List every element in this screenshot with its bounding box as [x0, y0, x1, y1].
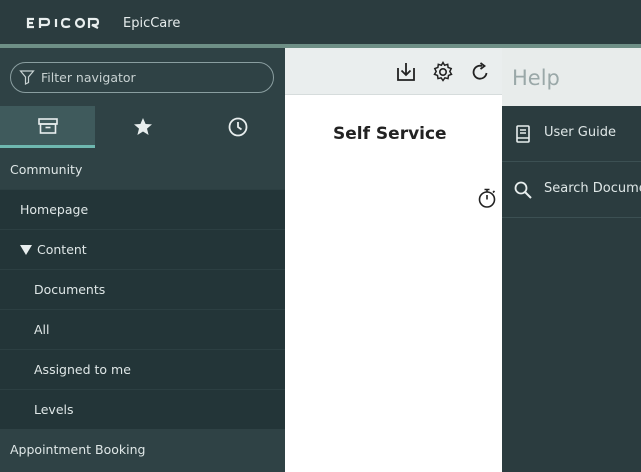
nav-item-appointment-booking[interactable]: Appointment Booking	[0, 429, 285, 469]
tab-recent[interactable]	[190, 106, 285, 148]
top-bar: EpicCare	[0, 0, 641, 46]
navigator-panel: Community Homepage Content Documents All…	[0, 48, 285, 472]
nav-item-community[interactable]: Community	[0, 149, 285, 189]
nav-item-all[interactable]: All	[0, 309, 285, 349]
nav-item-documents[interactable]: Documents	[0, 269, 285, 309]
nav-item-label: Content	[37, 242, 87, 257]
epicor-logo	[26, 17, 100, 29]
help-header: Help	[502, 48, 641, 106]
content-toolbar	[285, 48, 502, 95]
stopwatch-icon[interactable]	[476, 187, 498, 209]
help-panel: Help User Guide Search Documents	[502, 48, 641, 472]
search-icon	[514, 181, 532, 199]
download-icon[interactable]	[394, 60, 418, 84]
filter-navigator-input[interactable]	[41, 63, 269, 92]
app-title: EpicCare	[123, 16, 181, 31]
clock-icon	[228, 117, 247, 137]
help-item-label: Search Documents	[544, 181, 641, 196]
tab-navigator[interactable]	[0, 106, 95, 148]
nav-item-homepage[interactable]: Homepage	[0, 189, 285, 229]
nav-item-label: Community	[10, 161, 83, 177]
help-item-label: User Guide	[544, 125, 616, 140]
help-title: Help	[512, 66, 560, 90]
star-icon	[133, 118, 152, 135]
expand-triangle-icon[interactable]	[20, 244, 32, 255]
nav-item-label: Assigned to me	[34, 362, 131, 377]
nav-item-label: Appointment Booking	[10, 441, 146, 457]
navigator-tabs	[0, 106, 285, 148]
nav-item-label: All	[34, 322, 50, 337]
book-icon	[516, 125, 530, 143]
help-item-search-documents[interactable]: Search Documents	[502, 162, 641, 218]
archive-icon	[37, 117, 58, 134]
help-item-user-guide[interactable]: User Guide	[502, 106, 641, 162]
gear-icon[interactable]	[431, 60, 455, 84]
nav-item-label: Documents	[34, 282, 106, 297]
filter-navigator	[10, 62, 274, 93]
refresh-icon[interactable]	[468, 60, 492, 84]
nav-item-levels[interactable]: Levels	[0, 389, 285, 429]
nav-item-assigned-to-me[interactable]: Assigned to me	[0, 349, 285, 389]
page-title: Self Service	[333, 124, 447, 144]
nav-item-content[interactable]: Content	[0, 229, 285, 269]
filter-icon	[19, 70, 35, 85]
tab-favorites[interactable]	[95, 106, 190, 148]
nav-item-label: Levels	[34, 402, 74, 417]
nav-item-label: Homepage	[20, 202, 89, 217]
